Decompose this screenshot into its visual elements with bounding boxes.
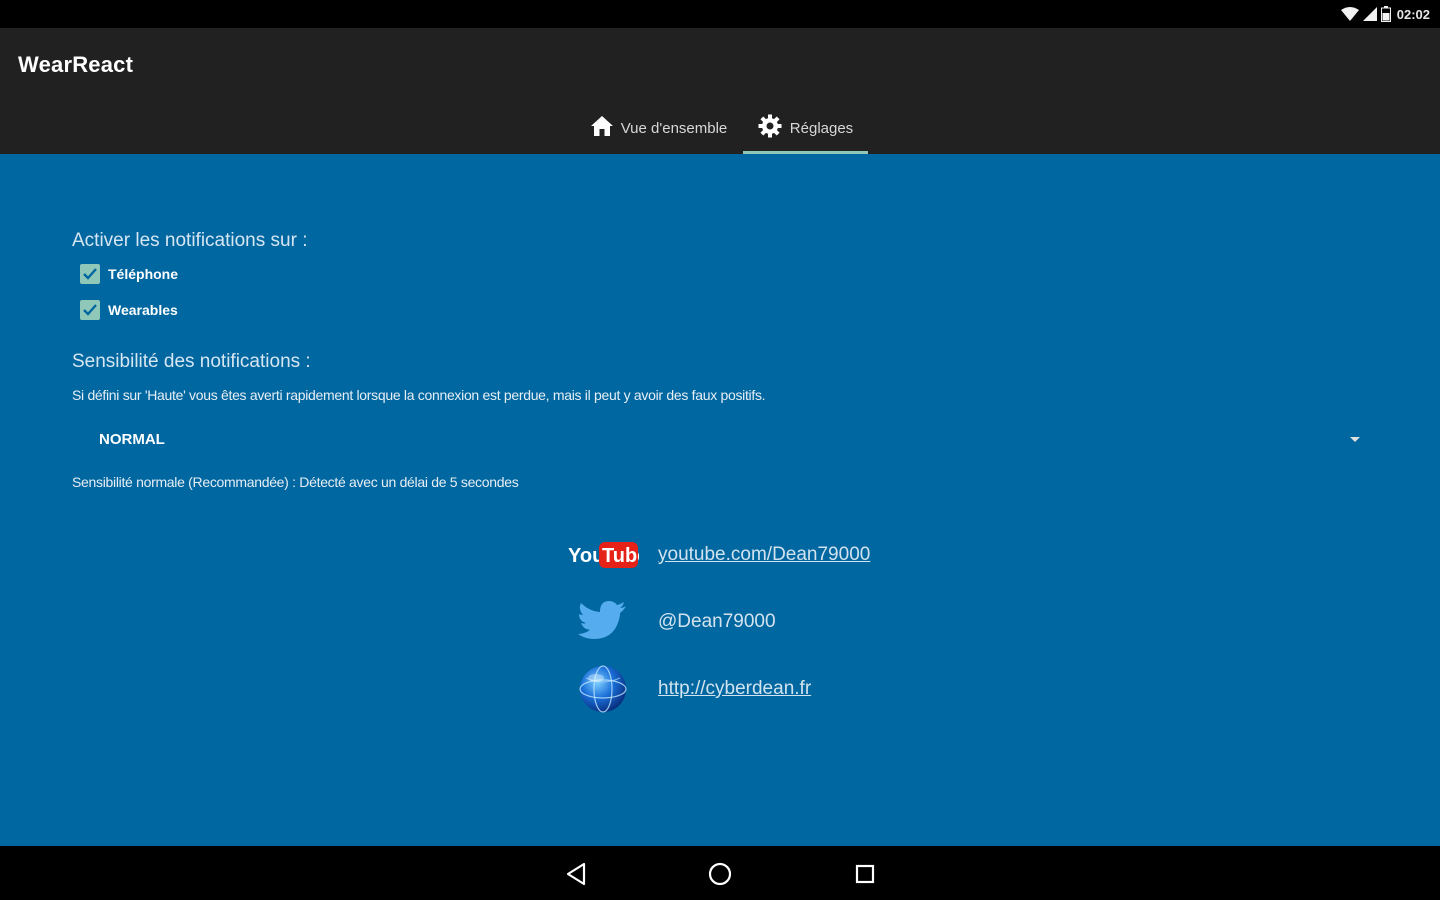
phone-checkbox-row[interactable]: Téléphone [80, 264, 178, 284]
tab-overview[interactable]: Vue d'ensemble [576, 102, 742, 154]
youtube-link-row: You Tube youtube.com/Dean79000 [560, 528, 960, 582]
twitter-bird-icon [560, 601, 646, 643]
youtube-link[interactable]: youtube.com/Dean79000 [658, 544, 870, 566]
status-icons: 02:02 [1340, 6, 1430, 22]
website-link-row: http://cyberdean.fr [560, 662, 960, 716]
navigation-bar [0, 846, 1440, 900]
sensitivity-selected-value: NORMAL [99, 430, 165, 448]
sensitivity-heading: Sensibilité des notifications : [72, 351, 311, 372]
gear-icon [758, 114, 782, 142]
phone-checkbox-label: Téléphone [108, 266, 179, 282]
twitter-link-row: @Dean79000 [560, 595, 960, 649]
twitter-handle: @Dean79000 [658, 611, 776, 632]
globe-icon [560, 664, 646, 714]
back-icon[interactable] [562, 860, 590, 888]
dropdown-arrow-icon [1350, 436, 1360, 442]
tab-overview-label: Vue d'ensemble [620, 119, 728, 137]
phone-checkbox[interactable] [80, 264, 100, 284]
tab-settings-label: Réglages [789, 119, 854, 137]
tab-bar: Vue d'ensemble Réglages [0, 102, 1440, 154]
sensitivity-description: Si défini sur 'Haute' vous êtes averti r… [72, 387, 766, 403]
wifi-icon [1340, 7, 1359, 21]
wearables-checkbox-label: Wearables [108, 302, 178, 318]
home-circle-icon[interactable] [706, 860, 734, 888]
svg-text:You: You [568, 545, 604, 567]
wearables-checkbox-row[interactable]: Wearables [80, 300, 178, 320]
home-icon [590, 116, 613, 140]
sensitivity-dropdown[interactable]: NORMAL [86, 420, 1376, 458]
status-time: 02:02 [1396, 6, 1430, 22]
status-bar: 02:02 [0, 0, 1440, 28]
app-bar: WearReact Vue d'ensemble Réglages [0, 28, 1440, 154]
battery-icon [1380, 6, 1391, 22]
youtube-logo: You Tube [560, 540, 646, 570]
notifications-heading: Activer les notifications sur : [72, 230, 308, 251]
recents-icon[interactable] [851, 860, 879, 888]
app-title: WearReact [18, 52, 134, 77]
settings-content: Activer les notifications sur : Téléphon… [0, 154, 1440, 846]
svg-text:Tube: Tube [602, 545, 639, 567]
sensitivity-detail: Sensibilité normale (Recommandée) : Déte… [72, 474, 519, 490]
tab-settings[interactable]: Réglages [743, 102, 868, 154]
website-link[interactable]: http://cyberdean.fr [658, 678, 811, 700]
wearables-checkbox[interactable] [80, 300, 100, 320]
signal-icon [1362, 7, 1377, 21]
